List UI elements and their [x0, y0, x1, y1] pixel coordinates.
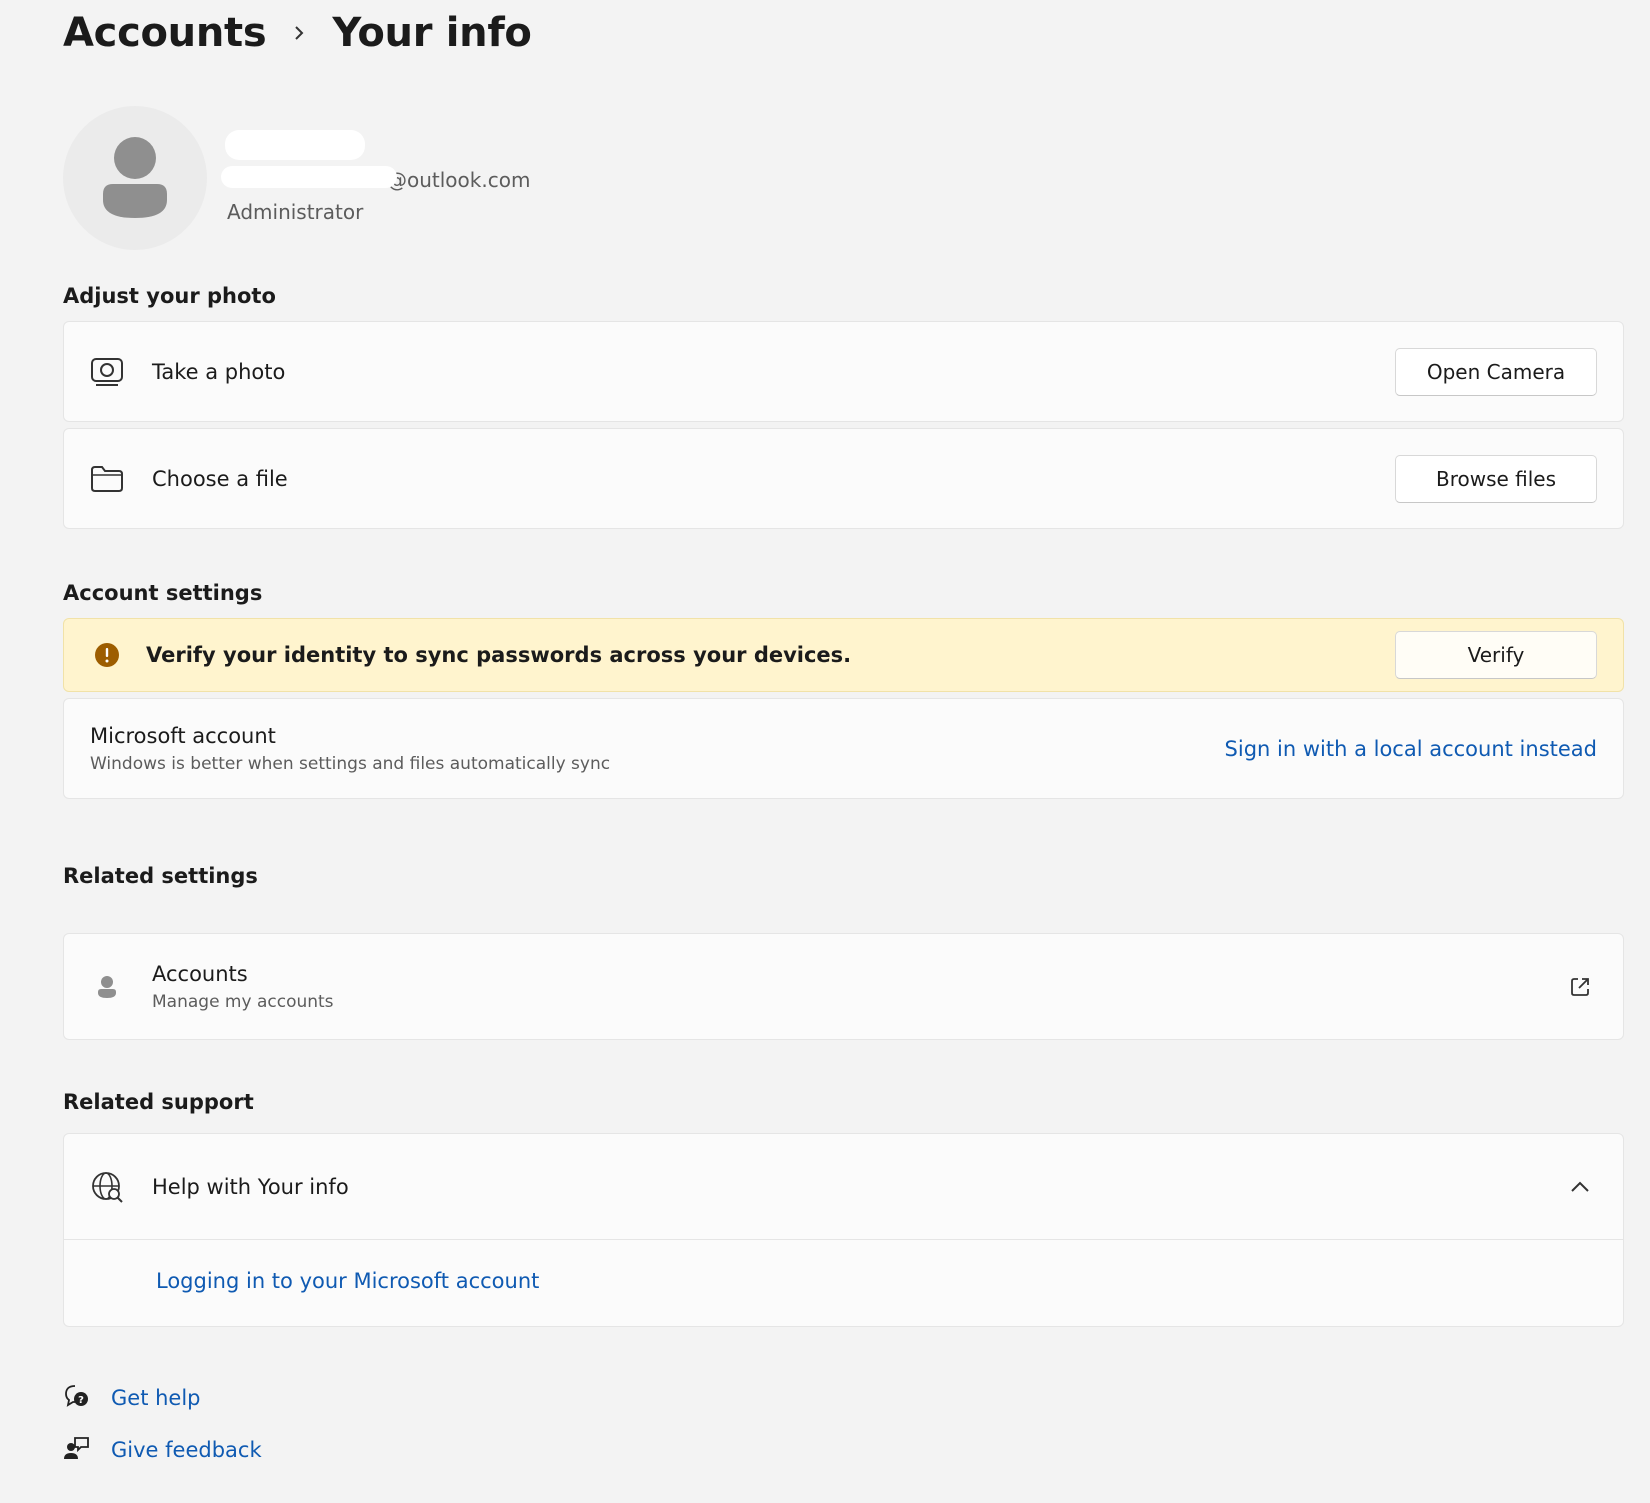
- account-role: Administrator: [227, 200, 364, 224]
- avatar: [63, 106, 207, 250]
- breadcrumb-current: Your info: [332, 10, 532, 56]
- microsoft-account-subtitle: Windows is better when settings and file…: [90, 753, 611, 774]
- give-feedback-row: Give feedback: [63, 1435, 262, 1465]
- person-icon: [90, 970, 124, 1004]
- accounts-card[interactable]: Accounts Manage my accounts: [63, 933, 1624, 1040]
- help-chat-icon: ?: [63, 1383, 89, 1413]
- breadcrumb: Accounts Your info: [63, 6, 532, 60]
- profile-text: @outlook.com Administrator: [221, 106, 555, 250]
- verify-button[interactable]: Verify: [1395, 631, 1597, 679]
- account-settings-title: Account settings: [63, 581, 263, 605]
- help-label: Help with Your info: [152, 1174, 349, 1199]
- adjust-photo-title: Adjust your photo: [63, 284, 276, 308]
- microsoft-account-title: Microsoft account: [90, 723, 276, 748]
- choose-file-label: Choose a file: [152, 466, 288, 491]
- accounts-title: Accounts: [152, 961, 248, 986]
- chevron-right-icon: [266, 23, 332, 43]
- profile-header: @outlook.com Administrator: [63, 106, 555, 250]
- warning-icon: [90, 638, 124, 672]
- related-support-title: Related support: [63, 1090, 254, 1114]
- person-icon: [103, 137, 167, 218]
- choose-file-card: Choose a file Browse files: [63, 428, 1624, 529]
- help-expander[interactable]: Help with Your info: [64, 1134, 1623, 1239]
- local-account-link[interactable]: Sign in with a local account instead: [1225, 737, 1597, 761]
- take-photo-label: Take a photo: [152, 359, 286, 384]
- microsoft-account-text: Microsoft account Windows is better when…: [90, 724, 1225, 774]
- help-link-row: Logging in to your Microsoft account: [156, 1269, 539, 1293]
- external-link-icon: [1563, 970, 1597, 1004]
- redacted-email: [221, 166, 397, 188]
- get-help-row: ? Get help: [63, 1383, 201, 1413]
- globe-search-icon: [90, 1170, 124, 1204]
- related-settings-title: Related settings: [63, 864, 258, 888]
- give-feedback-link[interactable]: Give feedback: [111, 1438, 262, 1462]
- accounts-subtitle: Manage my accounts: [152, 991, 334, 1012]
- folder-icon: [90, 462, 124, 496]
- take-photo-card: Take a photo Open Camera: [63, 321, 1624, 422]
- verify-identity-text: Verify your identity to sync passwords a…: [146, 643, 852, 667]
- help-card: Help with Your info Logging in to your M…: [63, 1133, 1624, 1327]
- breadcrumb-parent[interactable]: Accounts: [63, 10, 267, 56]
- accounts-text: Accounts Manage my accounts: [152, 962, 1563, 1012]
- camera-icon: [90, 355, 124, 389]
- microsoft-account-login-link[interactable]: Logging in to your Microsoft account: [156, 1269, 539, 1293]
- verify-identity-banner: Verify your identity to sync passwords a…: [63, 618, 1624, 692]
- chevron-up-icon[interactable]: [1563, 1170, 1597, 1204]
- feedback-icon: [63, 1435, 89, 1465]
- help-divider: [64, 1239, 1623, 1240]
- open-camera-button[interactable]: Open Camera: [1395, 347, 1597, 396]
- redacted-name: [225, 130, 365, 160]
- get-help-link[interactable]: Get help: [111, 1386, 201, 1410]
- svg-text:?: ?: [78, 1395, 84, 1406]
- microsoft-account-card: Microsoft account Windows is better when…: [63, 698, 1624, 799]
- account-email: @outlook.com: [387, 168, 531, 192]
- browse-files-button[interactable]: Browse files: [1395, 454, 1597, 503]
